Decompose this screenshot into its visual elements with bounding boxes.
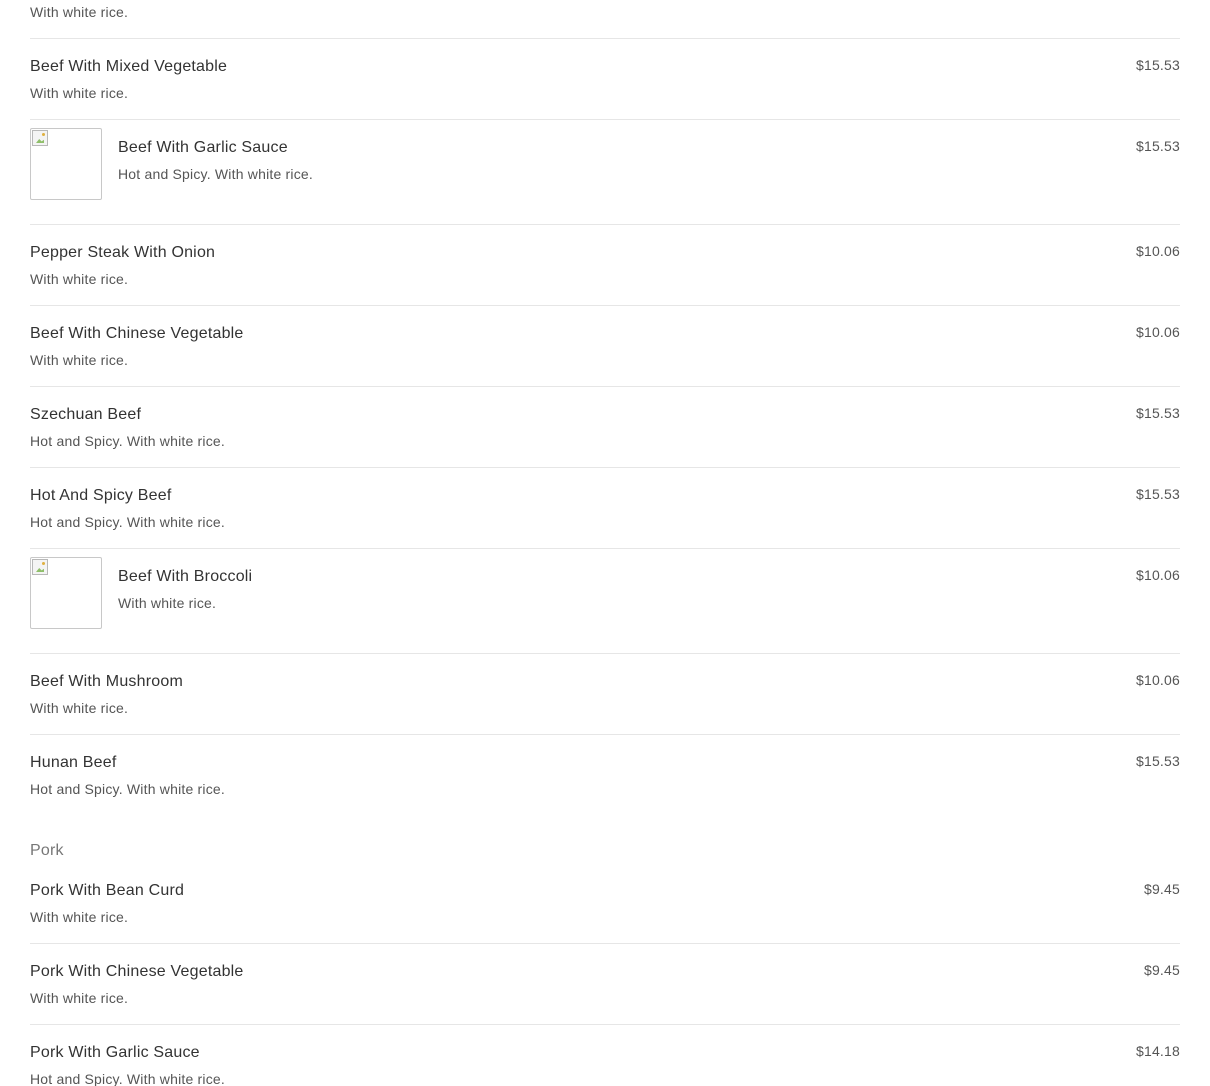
item-description: Hot and Spicy. With white rice. [30, 1071, 226, 1086]
menu-item-szechuan-beef[interactable]: Szechuan Beef Hot and Spicy. With white … [30, 405, 1180, 449]
item-description: Hot and Spicy. With white rice. [118, 166, 314, 182]
item-description: With white rice. [118, 595, 217, 611]
divider [30, 467, 1180, 468]
item-name: Hot And Spicy Beef [30, 487, 172, 504]
item-price: $10.06 [1135, 672, 1180, 688]
item-name: Szechuan Beef [30, 406, 142, 423]
divider [30, 734, 1180, 735]
item-name: Beef With Chinese Vegetable [30, 325, 244, 342]
divider [30, 548, 1180, 549]
divider [30, 119, 1180, 120]
divider [30, 38, 1180, 39]
item-price: $9.45 [1143, 881, 1180, 897]
item-name: Pork With Garlic Sauce [30, 1044, 200, 1061]
menu-item-beef-with-chinese-vegetable[interactable]: Beef With Chinese Vegetable With white r… [30, 324, 1180, 368]
broken-image-icon [32, 130, 48, 146]
item-description: With white rice. [30, 990, 129, 1006]
item-price: $15.53 [1135, 486, 1180, 502]
menu-item-hunan-beef[interactable]: Hunan Beef Hot and Spicy. With white ric… [30, 753, 1180, 797]
item-price: $9.45 [1143, 962, 1180, 978]
item-name: Beef With Broccoli [118, 568, 253, 585]
item-description: Hot and Spicy. With white rice. [30, 781, 226, 797]
divider [30, 653, 1180, 654]
item-name: Beef With Mushroom [30, 673, 183, 690]
item-price: $14.18 [1135, 1043, 1180, 1059]
divider [30, 305, 1180, 306]
divider [30, 224, 1180, 225]
divider [30, 386, 1180, 387]
item-description: With white rice. [30, 909, 129, 925]
item-image[interactable] [30, 557, 102, 629]
menu-item-pork-with-chinese-vegetable[interactable]: Pork With Chinese Vegetable With white r… [30, 962, 1180, 1006]
item-price: $10.06 [1135, 567, 1180, 583]
item-description: With white rice. [30, 271, 129, 287]
item-price: $10.06 [1135, 324, 1180, 340]
menu-item-pork-with-bean-curd[interactable]: Pork With Bean Curd With white rice. $9.… [30, 881, 1180, 925]
category-heading-pork: Pork [30, 842, 64, 859]
menu-item-hot-and-spicy-beef[interactable]: Hot And Spicy Beef Hot and Spicy. With w… [30, 486, 1180, 530]
menu-item-pork-with-garlic-sauce[interactable]: Pork With Garlic Sauce Hot and Spicy. Wi… [30, 1043, 1180, 1086]
item-price: $10.06 [1135, 243, 1180, 259]
menu-item-beef-with-mushroom[interactable]: Beef With Mushroom With white rice. $10.… [30, 672, 1180, 716]
divider [30, 1024, 1180, 1025]
menu-item-pepper-steak-with-onion[interactable]: Pepper Steak With Onion With white rice.… [30, 243, 1180, 287]
item-description: With white rice. [30, 4, 129, 20]
menu-item-beef-with-mixed-vegetable[interactable]: Beef With Mixed Vegetable With white ric… [30, 57, 1180, 101]
menu-item-beef-with-broccoli[interactable]: Beef With Broccoli With white rice. $10.… [30, 557, 1180, 630]
item-price: $15.53 [1135, 138, 1180, 154]
item-description: With white rice. [30, 85, 129, 101]
item-description: Hot and Spicy. With white rice. [30, 433, 226, 449]
broken-image-icon [32, 559, 48, 575]
item-name: Beef With Garlic Sauce [118, 139, 288, 156]
item-price: $15.53 [1135, 405, 1180, 421]
item-name: Pepper Steak With Onion [30, 244, 216, 261]
item-description: With white rice. [30, 352, 129, 368]
item-price: $15.53 [1135, 57, 1180, 73]
divider [30, 943, 1180, 944]
item-name: Hunan Beef [30, 754, 117, 771]
item-price: $15.53 [1135, 753, 1180, 769]
item-image[interactable] [30, 128, 102, 200]
item-name: Pork With Bean Curd [30, 882, 185, 899]
item-name: Pork With Chinese Vegetable [30, 963, 244, 980]
item-description: Hot and Spicy. With white rice. [30, 514, 226, 530]
menu-item-beef-with-garlic-sauce[interactable]: Beef With Garlic Sauce Hot and Spicy. Wi… [30, 128, 1180, 201]
item-description: With white rice. [30, 700, 129, 716]
item-name: Beef With Mixed Vegetable [30, 58, 228, 75]
